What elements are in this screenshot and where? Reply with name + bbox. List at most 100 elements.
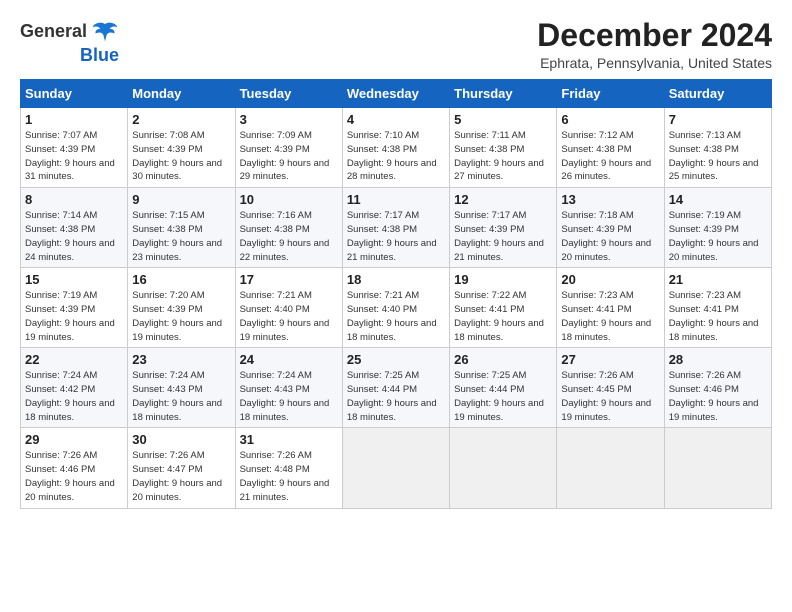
day-detail: Sunrise: 7:26 AMSunset: 4:48 PMDaylight:… — [240, 450, 330, 502]
day-detail: Sunrise: 7:26 AMSunset: 4:46 PMDaylight:… — [25, 450, 115, 502]
table-row: 11 Sunrise: 7:17 AMSunset: 4:38 PMDaylig… — [342, 188, 449, 268]
header-friday: Friday — [557, 80, 664, 108]
day-detail: Sunrise: 7:14 AMSunset: 4:38 PMDaylight:… — [25, 210, 115, 262]
day-detail: Sunrise: 7:11 AMSunset: 4:38 PMDaylight:… — [454, 130, 544, 182]
day-detail: Sunrise: 7:23 AMSunset: 4:41 PMDaylight:… — [561, 290, 651, 342]
day-number: 9 — [132, 192, 230, 207]
day-detail: Sunrise: 7:24 AMSunset: 4:43 PMDaylight:… — [132, 370, 222, 422]
header-sunday: Sunday — [21, 80, 128, 108]
calendar-week-row: 29 Sunrise: 7:26 AMSunset: 4:46 PMDaylig… — [21, 428, 772, 508]
day-number: 6 — [561, 112, 659, 127]
day-number: 20 — [561, 272, 659, 287]
day-number: 29 — [25, 432, 123, 447]
day-number: 4 — [347, 112, 445, 127]
day-detail: Sunrise: 7:25 AMSunset: 4:44 PMDaylight:… — [347, 370, 437, 422]
day-number: 19 — [454, 272, 552, 287]
day-number: 28 — [669, 352, 767, 367]
weekday-header-row: Sunday Monday Tuesday Wednesday Thursday… — [21, 80, 772, 108]
day-detail: Sunrise: 7:16 AMSunset: 4:38 PMDaylight:… — [240, 210, 330, 262]
table-row: 1 Sunrise: 7:07 AMSunset: 4:39 PMDayligh… — [21, 108, 128, 188]
header-thursday: Thursday — [450, 80, 557, 108]
header: General Blue December 2024 Ephrata, Penn… — [20, 18, 772, 71]
table-row: 23 Sunrise: 7:24 AMSunset: 4:43 PMDaylig… — [128, 348, 235, 428]
day-number: 1 — [25, 112, 123, 127]
day-detail: Sunrise: 7:08 AMSunset: 4:39 PMDaylight:… — [132, 130, 222, 182]
day-number: 25 — [347, 352, 445, 367]
day-number: 26 — [454, 352, 552, 367]
day-number: 5 — [454, 112, 552, 127]
day-detail: Sunrise: 7:15 AMSunset: 4:38 PMDaylight:… — [132, 210, 222, 262]
table-row — [557, 428, 664, 508]
header-tuesday: Tuesday — [235, 80, 342, 108]
table-row: 19 Sunrise: 7:22 AMSunset: 4:41 PMDaylig… — [450, 268, 557, 348]
table-row: 27 Sunrise: 7:26 AMSunset: 4:45 PMDaylig… — [557, 348, 664, 428]
day-detail: Sunrise: 7:22 AMSunset: 4:41 PMDaylight:… — [454, 290, 544, 342]
day-detail: Sunrise: 7:20 AMSunset: 4:39 PMDaylight:… — [132, 290, 222, 342]
table-row: 6 Sunrise: 7:12 AMSunset: 4:38 PMDayligh… — [557, 108, 664, 188]
day-detail: Sunrise: 7:25 AMSunset: 4:44 PMDaylight:… — [454, 370, 544, 422]
table-row: 25 Sunrise: 7:25 AMSunset: 4:44 PMDaylig… — [342, 348, 449, 428]
day-detail: Sunrise: 7:17 AMSunset: 4:38 PMDaylight:… — [347, 210, 437, 262]
table-row: 21 Sunrise: 7:23 AMSunset: 4:41 PMDaylig… — [664, 268, 771, 348]
logo: General Blue — [20, 18, 119, 66]
calendar-week-row: 22 Sunrise: 7:24 AMSunset: 4:42 PMDaylig… — [21, 348, 772, 428]
day-detail: Sunrise: 7:09 AMSunset: 4:39 PMDaylight:… — [240, 130, 330, 182]
table-row: 14 Sunrise: 7:19 AMSunset: 4:39 PMDaylig… — [664, 188, 771, 268]
table-row: 10 Sunrise: 7:16 AMSunset: 4:38 PMDaylig… — [235, 188, 342, 268]
table-row: 18 Sunrise: 7:21 AMSunset: 4:40 PMDaylig… — [342, 268, 449, 348]
logo-blue-text: Blue — [80, 46, 119, 66]
table-row: 22 Sunrise: 7:24 AMSunset: 4:42 PMDaylig… — [21, 348, 128, 428]
day-number: 14 — [669, 192, 767, 207]
table-row: 5 Sunrise: 7:11 AMSunset: 4:38 PMDayligh… — [450, 108, 557, 188]
logo-bird-icon — [91, 18, 119, 46]
day-number: 22 — [25, 352, 123, 367]
day-detail: Sunrise: 7:24 AMSunset: 4:43 PMDaylight:… — [240, 370, 330, 422]
table-row: 2 Sunrise: 7:08 AMSunset: 4:39 PMDayligh… — [128, 108, 235, 188]
day-number: 24 — [240, 352, 338, 367]
day-detail: Sunrise: 7:26 AMSunset: 4:46 PMDaylight:… — [669, 370, 759, 422]
day-detail: Sunrise: 7:19 AMSunset: 4:39 PMDaylight:… — [25, 290, 115, 342]
table-row: 12 Sunrise: 7:17 AMSunset: 4:39 PMDaylig… — [450, 188, 557, 268]
table-row: 3 Sunrise: 7:09 AMSunset: 4:39 PMDayligh… — [235, 108, 342, 188]
table-row: 7 Sunrise: 7:13 AMSunset: 4:38 PMDayligh… — [664, 108, 771, 188]
day-number: 23 — [132, 352, 230, 367]
table-row: 16 Sunrise: 7:20 AMSunset: 4:39 PMDaylig… — [128, 268, 235, 348]
day-number: 2 — [132, 112, 230, 127]
day-detail: Sunrise: 7:13 AMSunset: 4:38 PMDaylight:… — [669, 130, 759, 182]
table-row: 20 Sunrise: 7:23 AMSunset: 4:41 PMDaylig… — [557, 268, 664, 348]
day-detail: Sunrise: 7:07 AMSunset: 4:39 PMDaylight:… — [25, 130, 115, 182]
header-monday: Monday — [128, 80, 235, 108]
calendar-table: Sunday Monday Tuesday Wednesday Thursday… — [20, 79, 772, 508]
table-row: 13 Sunrise: 7:18 AMSunset: 4:39 PMDaylig… — [557, 188, 664, 268]
day-number: 10 — [240, 192, 338, 207]
table-row: 29 Sunrise: 7:26 AMSunset: 4:46 PMDaylig… — [21, 428, 128, 508]
day-number: 7 — [669, 112, 767, 127]
table-row: 28 Sunrise: 7:26 AMSunset: 4:46 PMDaylig… — [664, 348, 771, 428]
day-number: 30 — [132, 432, 230, 447]
day-number: 31 — [240, 432, 338, 447]
calendar-week-row: 15 Sunrise: 7:19 AMSunset: 4:39 PMDaylig… — [21, 268, 772, 348]
table-row: 31 Sunrise: 7:26 AMSunset: 4:48 PMDaylig… — [235, 428, 342, 508]
day-detail: Sunrise: 7:10 AMSunset: 4:38 PMDaylight:… — [347, 130, 437, 182]
table-row — [450, 428, 557, 508]
day-number: 15 — [25, 272, 123, 287]
page: General Blue December 2024 Ephrata, Penn… — [0, 0, 792, 612]
day-detail: Sunrise: 7:18 AMSunset: 4:39 PMDaylight:… — [561, 210, 651, 262]
header-wednesday: Wednesday — [342, 80, 449, 108]
calendar-week-row: 1 Sunrise: 7:07 AMSunset: 4:39 PMDayligh… — [21, 108, 772, 188]
day-number: 12 — [454, 192, 552, 207]
day-detail: Sunrise: 7:12 AMSunset: 4:38 PMDaylight:… — [561, 130, 651, 182]
day-number: 16 — [132, 272, 230, 287]
day-detail: Sunrise: 7:26 AMSunset: 4:45 PMDaylight:… — [561, 370, 651, 422]
day-number: 8 — [25, 192, 123, 207]
title-block: December 2024 Ephrata, Pennsylvania, Uni… — [537, 18, 772, 71]
day-detail: Sunrise: 7:17 AMSunset: 4:39 PMDaylight:… — [454, 210, 544, 262]
table-row: 30 Sunrise: 7:26 AMSunset: 4:47 PMDaylig… — [128, 428, 235, 508]
day-detail: Sunrise: 7:23 AMSunset: 4:41 PMDaylight:… — [669, 290, 759, 342]
table-row — [342, 428, 449, 508]
table-row: 17 Sunrise: 7:21 AMSunset: 4:40 PMDaylig… — [235, 268, 342, 348]
month-title: December 2024 — [537, 18, 772, 53]
table-row — [664, 428, 771, 508]
table-row: 24 Sunrise: 7:24 AMSunset: 4:43 PMDaylig… — [235, 348, 342, 428]
table-row: 4 Sunrise: 7:10 AMSunset: 4:38 PMDayligh… — [342, 108, 449, 188]
